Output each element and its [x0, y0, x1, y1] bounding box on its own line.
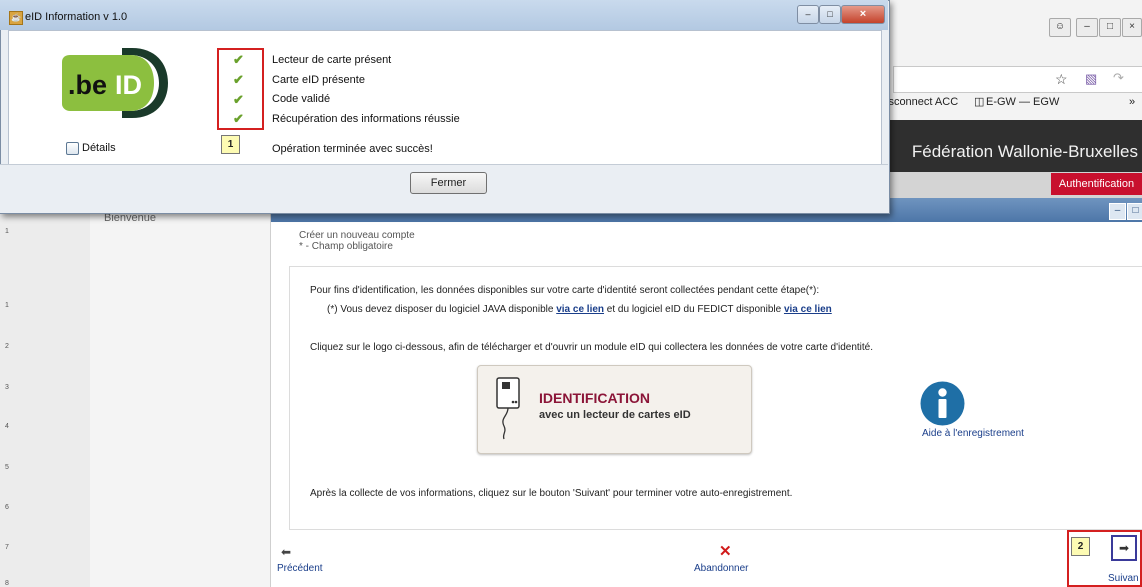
required-note: * - Champ obligatoire	[299, 241, 393, 252]
panel-minimize-button[interactable]: –	[1109, 203, 1126, 220]
vertical-ruler: 1 1 2 3 4 5 6 7 8	[0, 198, 17, 587]
ruler-number: 5	[5, 464, 9, 471]
bookmark-item[interactable]: E-GW — EGW	[986, 96, 1059, 108]
browser-minimize-button[interactable]: –	[1076, 18, 1098, 37]
instruction-text: Cliquez sur le logo ci-dessous, afin de …	[310, 342, 874, 353]
beid-logo: .be ID	[62, 48, 168, 118]
browser-user-icon[interactable]: ☺	[1049, 18, 1071, 37]
check-icon: ✔	[233, 111, 244, 126]
card-reader-icon	[496, 377, 520, 440]
address-bar[interactable]	[893, 66, 1142, 93]
breadcrumb: Créer un nouveau compte	[299, 230, 415, 241]
authentication-button[interactable]: Authentification	[1051, 173, 1142, 195]
java-app-icon: ☕	[9, 11, 23, 25]
dialog-close-button[interactable]: ×	[841, 5, 885, 24]
ruler-number: 8	[5, 580, 9, 587]
dialog-titlebar	[0, 0, 888, 30]
bookmarks-overflow-button[interactable]: »	[1129, 96, 1135, 108]
ruler-number: 2	[5, 343, 9, 350]
ruler-number: 1	[5, 228, 9, 235]
ruler-number: 7	[5, 544, 9, 551]
svg-text:ID: ID	[115, 70, 142, 100]
next-button[interactable]: Suivan	[1108, 573, 1139, 584]
bookmark-icon[interactable]: ▧	[1085, 71, 1097, 87]
previous-button[interactable]: Précédent	[277, 563, 323, 574]
browser-maximize-button[interactable]: □	[1099, 18, 1121, 37]
dialog-maximize-button[interactable]: □	[819, 5, 841, 24]
browser-close-button[interactable]: ×	[1122, 18, 1142, 37]
bookmarks-bar: isconnect ACC ◫ E-GW — EGW »	[880, 96, 1142, 116]
info-icon[interactable]	[920, 381, 965, 426]
intro-text: Pour fins d'identification, les données …	[310, 285, 820, 296]
operation-result: Opération terminée avec succès!	[272, 143, 433, 155]
svg-text:.be: .be	[68, 70, 107, 100]
callout-badge-1: 1	[221, 135, 240, 154]
status-reader-present: Lecteur de carte présent	[272, 54, 392, 66]
left-gutter	[16, 198, 91, 587]
details-label: Détails	[82, 142, 116, 154]
page-icon: ◫	[974, 96, 985, 108]
java-link[interactable]: via ce lien	[556, 304, 604, 315]
sidebar	[90, 198, 271, 587]
status-card-present: Carte eID présente	[272, 74, 365, 86]
registration-help-link[interactable]: Aide à l'enregistrement	[922, 428, 1024, 439]
arrow-left-icon[interactable]: ⬅	[281, 545, 291, 559]
dialog-minimize-button[interactable]: –	[797, 5, 819, 24]
note-middle: et du logiciel eID du FEDICT disponible	[604, 304, 784, 315]
ruler-number: 6	[5, 504, 9, 511]
details-checkbox[interactable]	[66, 142, 79, 155]
after-collection-text: Après la collecte de vos informations, c…	[310, 488, 793, 499]
close-button[interactable]: Fermer	[410, 172, 487, 194]
check-icon: ✔	[233, 72, 244, 87]
cancel-button[interactable]: Abandonner	[694, 563, 749, 574]
check-icon: ✔	[233, 52, 244, 67]
arrow-right-icon[interactable]: ➡	[1111, 535, 1137, 561]
ruler-number: 1	[5, 302, 9, 309]
identification-subtitle: avec un lecteur de cartes eID	[539, 409, 691, 421]
status-retrieval-success: Récupération des informations réussie	[272, 113, 460, 125]
ruler-number: 4	[5, 423, 9, 430]
dialog-title: eID Information v 1.0	[25, 11, 128, 23]
status-code-validated: Code validé	[272, 93, 331, 105]
ruler-number: 3	[5, 384, 9, 391]
reload-icon[interactable]: ↷	[1113, 70, 1124, 86]
cancel-x-icon[interactable]: ✕	[719, 542, 732, 560]
callout-badge-2: 2	[1071, 537, 1090, 556]
identification-title: IDENTIFICATION	[539, 390, 650, 406]
check-icon: ✔	[233, 92, 244, 107]
eid-software-link[interactable]: via ce lien	[784, 304, 832, 315]
star-icon[interactable]: ☆	[1055, 71, 1068, 88]
note-prefix: (*) Vous devez disposer du logiciel JAVA…	[327, 304, 557, 315]
site-title: Fédération Wallonie-Bruxelles	[911, 142, 1138, 161]
software-note: (*) Vous devez disposer du logiciel JAVA…	[327, 304, 832, 315]
bookmark-item[interactable]: isconnect ACC	[886, 96, 958, 108]
panel-maximize-button[interactable]: □	[1127, 203, 1142, 220]
